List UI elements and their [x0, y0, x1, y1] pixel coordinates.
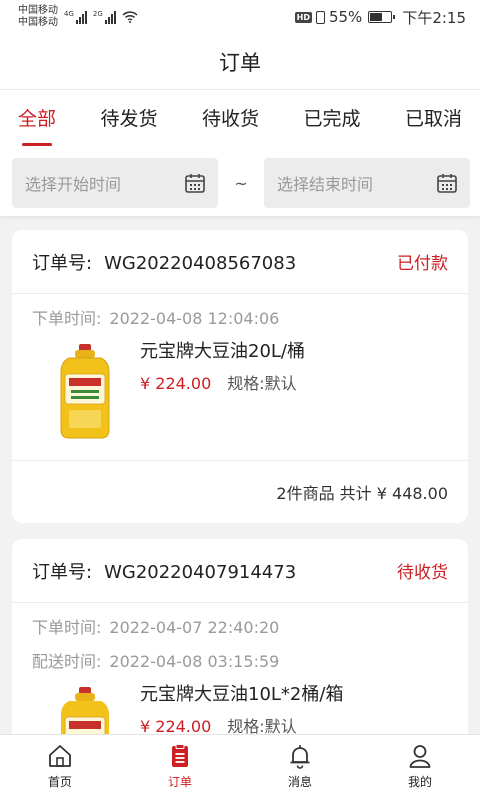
nav-home[interactable]: 首页 — [0, 735, 120, 800]
oil-bottle-icon — [61, 687, 109, 734]
bell-icon — [290, 745, 310, 769]
carrier-2: 中国移动 — [18, 17, 58, 28]
order-tabs: 全部 待发货 待收货 已完成 已取消 — [0, 90, 480, 150]
order-summary: 2件商品 共计 ¥ 448.00 — [276, 484, 448, 503]
order-card-body: 下单时间: 2022-04-07 22:40:20 配送时间: 2022-04-08… — [12, 603, 468, 734]
start-date-placeholder: 选择开始时间 — [25, 175, 122, 194]
date-range-filter: 选择开始时间 ~ 选择结束时间 — [0, 150, 480, 216]
order-list-icon — [172, 744, 188, 767]
oil-bottle-icon — [60, 344, 110, 439]
tab-completed[interactable]: 已完成 — [303, 90, 360, 150]
placed-time-value: 2022-04-07 22:40:20 — [109, 618, 280, 637]
product-info: 元宝牌大豆油20L/桶 ¥ 224.00 规格:默认 — [138, 341, 305, 460]
hd-badge: HD — [294, 11, 312, 23]
product-row[interactable]: 元宝牌大豆油20L/桶 ¥ 224.00 规格:默认 — [32, 341, 448, 460]
title-bar: 订单 — [0, 34, 480, 90]
product-row[interactable]: 元宝牌大豆油10L*2桶/箱 ¥ 224.00 规格:默认 — [32, 684, 448, 734]
status-bar: 中国移动 中国移动 4G 2G HD 55% 下午2:15 — [0, 0, 480, 34]
product-price: ¥ 224.00 — [140, 374, 212, 393]
tab-label: 全部 — [18, 107, 57, 130]
status-right: HD 55% 下午2:15 — [294, 7, 466, 28]
order-card[interactable]: 订单号: WG20220407914473 待收货 下单时间: 2022-04-07… — [12, 539, 468, 734]
product-name: 元宝牌大豆油20L/桶 — [140, 341, 305, 362]
order-card-header: 订单号: WG20220408567083 已付款 — [12, 230, 468, 294]
tab-label: 已完成 — [303, 107, 361, 130]
order-card-footer: 2件商品 共计 ¥ 448.00 — [12, 461, 468, 523]
signal-2-icon: 2G — [93, 10, 116, 24]
date-separator: ~ — [234, 173, 248, 193]
order-number-label: 订单号: — [32, 561, 93, 583]
nav-profile[interactable]: 我的 — [360, 735, 480, 800]
tab-cancelled[interactable]: 已取消 — [405, 90, 462, 150]
product-image — [32, 342, 138, 442]
network-type-1: 4G — [64, 10, 74, 18]
product-price-spec: ¥ 224.00 规格:默认 — [140, 713, 343, 734]
order-delivery-time: 配送时间: 2022-04-08 03:15:59 — [32, 651, 448, 673]
product-price: ¥ 224.00 — [140, 717, 212, 734]
delivery-time-label: 配送时间: — [32, 652, 102, 671]
tab-pending-receipt[interactable]: 待收货 — [202, 90, 259, 150]
order-placed-time: 下单时间: 2022-04-08 12:04:06 — [32, 308, 448, 330]
nav-label: 我的 — [407, 775, 432, 789]
placed-time-label: 下单时间: — [32, 618, 102, 637]
order-status: 待收货 — [397, 563, 448, 583]
tab-all[interactable]: 全部 — [18, 90, 56, 150]
product-spec: 规格:默认 — [227, 717, 297, 734]
nav-label: 消息 — [287, 775, 312, 789]
calendar-icon — [437, 174, 457, 193]
wifi-icon — [122, 11, 138, 23]
page-title: 订单 — [219, 50, 261, 75]
order-list[interactable]: 订单号: WG20220408567083 已付款 下单时间: 2022-04-08… — [0, 216, 480, 734]
product-image — [32, 685, 138, 734]
user-icon — [409, 745, 431, 768]
order-number: 订单号: WG20220407914473 — [32, 558, 296, 584]
signal-1-icon: 4G — [64, 10, 87, 24]
order-card[interactable]: 订单号: WG20220408567083 已付款 下单时间: 2022-04-08… — [12, 230, 468, 523]
network-type-2: 2G — [92, 10, 103, 18]
order-number-value: WG20220408567083 — [104, 252, 297, 274]
order-status: 已付款 — [397, 254, 448, 274]
tab-pending-shipment[interactable]: 待发货 — [100, 90, 157, 150]
battery-icon — [368, 11, 396, 23]
product-name: 元宝牌大豆油10L*2桶/箱 — [140, 684, 344, 705]
placed-time-value: 2022-04-08 12:04:06 — [109, 309, 280, 328]
nav-orders[interactable]: 订单 — [120, 735, 240, 800]
product-price-spec: ¥ 224.00 规格:默认 — [140, 370, 305, 394]
start-date-picker[interactable]: 选择开始时间 — [12, 158, 218, 208]
order-number: 订单号: WG20220408567083 — [32, 249, 296, 275]
product-info: 元宝牌大豆油10L*2桶/箱 ¥ 224.00 规格:默认 — [138, 684, 344, 734]
vibrate-icon — [315, 10, 325, 24]
carrier-1: 中国移动 — [18, 5, 58, 16]
nav-label: 首页 — [47, 775, 72, 789]
tab-label: 待收货 — [201, 107, 259, 130]
tab-label: 已取消 — [404, 107, 462, 130]
product-spec: 规格:默认 — [227, 374, 297, 393]
bottom-nav: 首页 订单 消息 我的 — [0, 734, 480, 800]
nav-label: 订单 — [167, 775, 192, 789]
end-date-placeholder: 选择结束时间 — [277, 175, 374, 194]
end-date-picker[interactable]: 选择结束时间 — [264, 158, 470, 208]
delivery-time-value: 2022-04-08 03:15:59 — [109, 652, 280, 671]
carrier-block: 中国移动 中国移动 — [18, 5, 58, 29]
home-icon — [49, 745, 71, 767]
nav-messages[interactable]: 消息 — [240, 735, 360, 800]
order-number-label: 订单号: — [32, 252, 93, 274]
battery-level — [370, 13, 383, 21]
order-card-body: 下单时间: 2022-04-08 12:04:06 元宝牌大豆油20L/桶 ¥ … — [12, 294, 468, 461]
tab-label: 待发货 — [100, 107, 158, 130]
order-card-header: 订单号: WG20220407914473 待收货 — [12, 539, 468, 603]
calendar-icon — [185, 174, 205, 193]
order-placed-time: 下单时间: 2022-04-07 22:40:20 — [32, 617, 448, 639]
placed-time-label: 下单时间: — [32, 309, 102, 328]
clock: 下午2:15 — [402, 8, 466, 27]
battery-percent: 55% — [328, 8, 363, 26]
order-number-value: WG20220407914473 — [104, 561, 297, 583]
